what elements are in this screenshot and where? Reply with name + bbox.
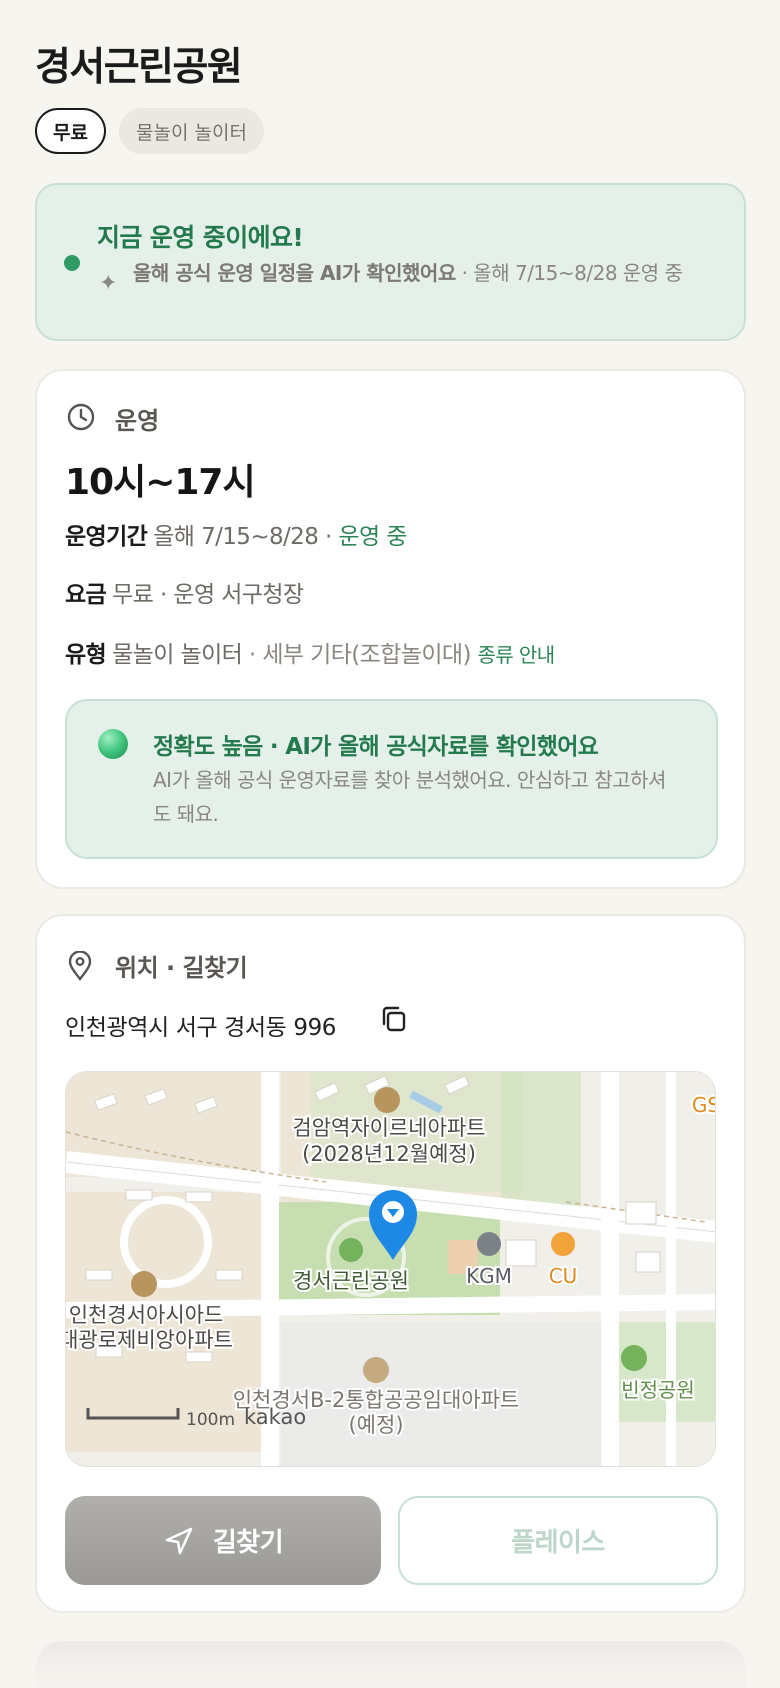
fee-row: 요금 무료 · 운영 서구청장: [65, 575, 304, 609]
fee-key: 요금: [65, 582, 107, 608]
operation-card: 운영 10시~17시 운영기간 올해 7/15~8/28 · 운영 중 요금 무료 …: [35, 369, 746, 889]
map-label-gs: GS: [692, 1093, 716, 1117]
type-guide-link[interactable]: 종류 안내: [478, 643, 556, 667]
map-label-park: 경서근린공원: [293, 1269, 409, 1293]
map-label-cu: CU: [549, 1264, 578, 1288]
chip-category[interactable]: 물놀이 놀이터: [119, 108, 264, 154]
map-scale-label: 100m: [186, 1410, 235, 1430]
accuracy-title: 정확도 높음 · AI가 올해 공식자료를 확인했어요: [153, 734, 599, 760]
route-button-label: 길찾기: [212, 1528, 284, 1558]
type-key: 유형: [65, 642, 107, 668]
accuracy-text: AI가 올해 공식 운영자료를 찾아 분석했어요. 안심하고 참고하셔도 돼요.: [153, 768, 666, 826]
status-title: 지금 운영 중이에요!: [97, 223, 304, 252]
status-dot-icon: [64, 255, 80, 271]
sparkle-icon: ✦: [99, 271, 118, 296]
location-pin-icon: [68, 951, 92, 981]
chip-free[interactable]: 무료: [35, 108, 106, 154]
period-status: 운영 중: [338, 524, 407, 550]
map-brand-label: kakao: [244, 1405, 306, 1429]
status-ai-note-main: 올해 공식 운영 일정을 AI가 확인했어요: [133, 261, 456, 285]
location-section-label: 위치 · 길찾기: [115, 954, 248, 982]
status-ai-note: 올해 공식 운영 일정을 AI가 확인했어요 · 올해 7/15~8/28 운영…: [133, 259, 723, 288]
map-label-apt-left-2: 대광로제비앙아파트: [66, 1328, 233, 1352]
map-canvas: 검암역자이르네아파트 (2028년12월예정) 경서근린공원 KGM CU GS…: [66, 1072, 716, 1466]
clock-icon: [67, 403, 95, 431]
next-card-peek: [35, 1641, 746, 1688]
page-title: 경서근린공원: [35, 45, 243, 90]
type-value: 물놀이 놀이터: [112, 642, 243, 668]
fee-value: 무료 · 운영 서구청장: [112, 582, 304, 608]
map-label-apt-top-2: (2028년12월예정): [302, 1142, 476, 1166]
address-text: 인천광역시 서구 경서동 996: [65, 1015, 337, 1041]
operating-status-banner: 지금 운영 중이에요! ✦ 올해 공식 운영 일정을 AI가 확인했어요 · 올…: [35, 183, 746, 341]
period-value: 올해 7/15~8/28 ·: [153, 524, 339, 550]
location-card: 위치 · 길찾기 인천광역시 서구 경서동 996 검암역자이르네아파트 (20…: [35, 914, 746, 1613]
map-view[interactable]: 검암역자이르네아파트 (2028년12월예정) 경서근린공원 KGM CU GS…: [65, 1071, 716, 1467]
status-ai-note-suffix: · 올해 7/15~8/28 운영 중: [455, 261, 683, 285]
map-label-park-right: 빈정공원: [621, 1378, 695, 1402]
period-row: 운영기간 올해 7/15~8/28 · 운영 중: [65, 517, 407, 551]
navigation-arrow-icon: [165, 1527, 193, 1554]
map-label-apt-left-1: 인천경서아시아드: [69, 1303, 224, 1327]
accuracy-orb-icon: [98, 729, 128, 759]
copy-icon[interactable]: [379, 1004, 409, 1034]
map-label-apt-bottom-2: (예정): [348, 1413, 403, 1437]
period-key: 운영기간: [65, 524, 148, 550]
accuracy-box: 정확도 높음 · AI가 올해 공식자료를 확인했어요 AI가 올해 공식 운영…: [65, 699, 718, 859]
route-button[interactable]: 길찾기: [65, 1496, 381, 1585]
map-label-kgm: KGM: [466, 1264, 512, 1288]
type-detail: · 세부 기타(조합놀이대): [242, 642, 478, 668]
map-label-apt-top-1: 검암역자이르네아파트: [292, 1116, 485, 1140]
type-row: 유형 물놀이 놀이터 · 세부 기타(조합놀이대) 종류 안내: [65, 635, 555, 669]
operation-section-label: 운영: [115, 407, 160, 435]
park-detail-page: 경서근린공원 무료 물놀이 놀이터 지금 운영 중이에요! ✦ 올해 공식 운영…: [0, 0, 780, 1688]
place-button[interactable]: 플레이스: [398, 1496, 718, 1585]
operating-hours: 10시~17시: [65, 462, 256, 503]
